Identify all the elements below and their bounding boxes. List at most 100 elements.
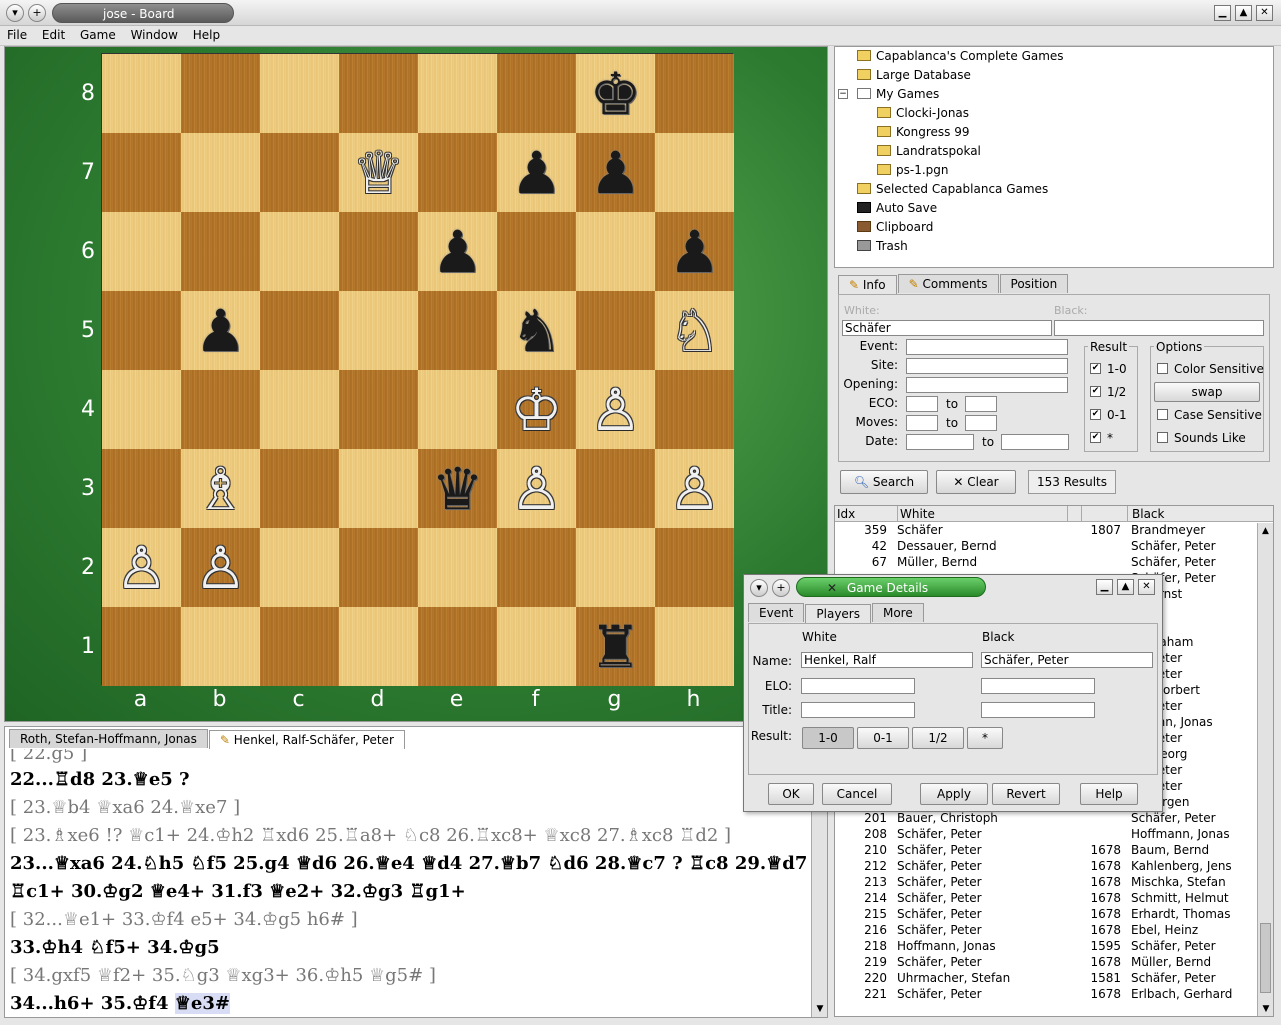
tree-item[interactable]: Clocki-Jonas bbox=[835, 104, 1273, 123]
close-icon[interactable]: ✕ bbox=[1256, 5, 1273, 21]
result-draw-button[interactable]: 1/2 bbox=[912, 727, 964, 749]
table-row[interactable]: 208 Schäfer, Peter Hoffmann, Jonas bbox=[835, 826, 1273, 842]
piece-b3[interactable]: ♗ bbox=[195, 460, 247, 518]
header-black[interactable]: Black bbox=[1127, 506, 1164, 522]
square-d5[interactable] bbox=[339, 291, 418, 370]
square-h2[interactable] bbox=[655, 528, 734, 607]
window-menu-icon[interactable]: ▾ bbox=[6, 4, 24, 22]
variation-text[interactable]: [ 32...♕e1+ 33.♔f4 e5+ 34.♔g5 h6# ] bbox=[10, 909, 358, 930]
piece-f3[interactable]: ♙ bbox=[511, 460, 563, 518]
square-c8[interactable] bbox=[260, 54, 339, 133]
current-move[interactable]: ♕e3# bbox=[174, 993, 230, 1014]
piece-e6[interactable]: ♟ bbox=[432, 223, 484, 281]
square-c7[interactable] bbox=[260, 133, 339, 212]
table-row[interactable]: 212 Schäfer, Peter 1678 Kahlenberg, Jens bbox=[835, 858, 1273, 874]
variation-text[interactable]: [ 22.g5 ] bbox=[10, 749, 87, 764]
sounds-like-checkbox[interactable] bbox=[1157, 432, 1168, 443]
square-c5[interactable] bbox=[260, 291, 339, 370]
menu-window[interactable]: Window bbox=[127, 26, 182, 44]
square-g1[interactable]: ♜ bbox=[576, 607, 655, 686]
result-1-0-button[interactable]: 1-0 bbox=[802, 727, 854, 749]
mainline-text[interactable]: 22...♖d8 23.♕e5 ? bbox=[10, 769, 190, 790]
square-g7[interactable]: ♟ bbox=[576, 133, 655, 212]
square-d2[interactable] bbox=[339, 528, 418, 607]
dialog-minimize-icon[interactable]: ▁ bbox=[1096, 579, 1113, 595]
dialog-close-icon[interactable]: ✕ bbox=[1138, 579, 1155, 595]
square-a4[interactable] bbox=[102, 370, 181, 449]
notation-text[interactable]: [ 22.g5 ] 22...♖d8 23.♕e5 ? [ 23.♕b4 ♕xa6 … bbox=[5, 749, 811, 1017]
collapse-icon[interactable]: − bbox=[838, 89, 848, 99]
square-d6[interactable] bbox=[339, 212, 418, 291]
scroll-down-icon[interactable]: ▼ bbox=[812, 1001, 828, 1017]
moves-to-input[interactable] bbox=[965, 415, 997, 431]
table-row[interactable]: 216 Schäfer, Peter 1678 Ebel, Heinz bbox=[835, 922, 1273, 938]
square-a7[interactable] bbox=[102, 133, 181, 212]
piece-h6[interactable]: ♟ bbox=[669, 223, 721, 281]
white-input[interactable]: Schäfer bbox=[842, 320, 1052, 336]
menu-game[interactable]: Game bbox=[76, 26, 120, 44]
square-g8[interactable]: ♚ bbox=[576, 54, 655, 133]
header-white[interactable]: White bbox=[897, 506, 1067, 522]
revert-button[interactable]: Revert bbox=[992, 783, 1060, 805]
tree-item[interactable]: Selected Capablanca Games bbox=[835, 180, 1273, 199]
result-unknown-button[interactable]: * bbox=[967, 727, 1003, 749]
square-c6[interactable] bbox=[260, 212, 339, 291]
result-checkbox[interactable]: ✔ bbox=[1090, 409, 1101, 420]
square-a6[interactable] bbox=[102, 212, 181, 291]
scroll-down-icon[interactable]: ▼ bbox=[1258, 1001, 1273, 1016]
square-b7[interactable] bbox=[181, 133, 260, 212]
sticky-icon[interactable]: + bbox=[28, 4, 46, 22]
piece-g7[interactable]: ♟ bbox=[590, 144, 642, 202]
dialog-maximize-icon[interactable]: ▲ bbox=[1117, 579, 1134, 595]
square-f4[interactable]: ♔ bbox=[497, 370, 576, 449]
table-row[interactable]: 215 Schäfer, Peter 1678 Erhardt, Thomas bbox=[835, 906, 1273, 922]
table-row[interactable]: 210 Schäfer, Peter 1678 Baum, Bernd bbox=[835, 842, 1273, 858]
piece-g4[interactable]: ♙ bbox=[590, 381, 642, 439]
tree-item[interactable]: ps-1.pgn bbox=[835, 161, 1273, 180]
table-row[interactable]: 42 Dessauer, Bernd Schäfer, Peter bbox=[835, 538, 1273, 554]
square-f7[interactable]: ♟ bbox=[497, 133, 576, 212]
table-row[interactable]: 218 Hoffmann, Jonas 1595 Schäfer, Peter bbox=[835, 938, 1273, 954]
ok-button[interactable]: OK bbox=[768, 783, 814, 805]
tree-item[interactable]: Auto Save bbox=[835, 199, 1273, 218]
table-row[interactable]: 221 Schäfer, Peter 1678 Erlbach, Gerhard bbox=[835, 986, 1273, 1002]
square-h5[interactable]: ♘ bbox=[655, 291, 734, 370]
square-f6[interactable] bbox=[497, 212, 576, 291]
menu-file[interactable]: File bbox=[3, 26, 31, 44]
square-e4[interactable] bbox=[418, 370, 497, 449]
piece-h5[interactable]: ♘ bbox=[669, 302, 721, 360]
database-tree[interactable]: Capablanca's Complete Games Large Databas… bbox=[834, 46, 1274, 268]
clear-button[interactable]: ✕ Clear bbox=[936, 470, 1016, 494]
tree-item[interactable]: Capablanca's Complete Games bbox=[835, 47, 1273, 66]
mainline-text[interactable]: 23...♕xa6 24.♘h5 ♘f5 25.g4 ♕d6 26.♕e4 ♕d… bbox=[10, 853, 807, 874]
square-b3[interactable]: ♗ bbox=[181, 449, 260, 528]
maximize-icon[interactable]: ▲ bbox=[1235, 5, 1252, 21]
mainline-text[interactable]: 34...h6+ 35.♔f4 ♕e3# bbox=[10, 993, 230, 1014]
square-b2[interactable]: ♙ bbox=[181, 528, 260, 607]
square-c2[interactable] bbox=[260, 528, 339, 607]
square-a8[interactable] bbox=[102, 54, 181, 133]
piece-b2[interactable]: ♙ bbox=[195, 539, 247, 597]
case-sensitive-checkbox[interactable] bbox=[1157, 409, 1168, 420]
piece-f4[interactable]: ♔ bbox=[511, 381, 563, 439]
eco-to-input[interactable] bbox=[965, 396, 997, 412]
square-d8[interactable] bbox=[339, 54, 418, 133]
square-g4[interactable]: ♙ bbox=[576, 370, 655, 449]
opening-input[interactable] bbox=[906, 377, 1068, 393]
square-h7[interactable] bbox=[655, 133, 734, 212]
square-a2[interactable]: ♙ bbox=[102, 528, 181, 607]
square-e3[interactable]: ♛ bbox=[418, 449, 497, 528]
table-row[interactable]: 219 Schäfer, Peter 1678 Müller, Bernd bbox=[835, 954, 1273, 970]
tree-item[interactable]: − My Games bbox=[835, 85, 1273, 104]
square-d4[interactable] bbox=[339, 370, 418, 449]
tab-comments[interactable]: ✎ Comments bbox=[897, 274, 999, 293]
date-from-input[interactable] bbox=[906, 434, 974, 450]
tree-item[interactable]: Kongress 99 bbox=[835, 123, 1273, 142]
event-input[interactable] bbox=[906, 339, 1068, 355]
minimize-icon[interactable]: ▁ bbox=[1214, 5, 1231, 21]
square-g5[interactable] bbox=[576, 291, 655, 370]
square-h6[interactable]: ♟ bbox=[655, 212, 734, 291]
black-title-input[interactable] bbox=[981, 702, 1095, 718]
cancel-button[interactable]: Cancel bbox=[822, 783, 892, 805]
table-row[interactable]: 214 Schäfer, Peter 1678 Schmitt, Helmut bbox=[835, 890, 1273, 906]
